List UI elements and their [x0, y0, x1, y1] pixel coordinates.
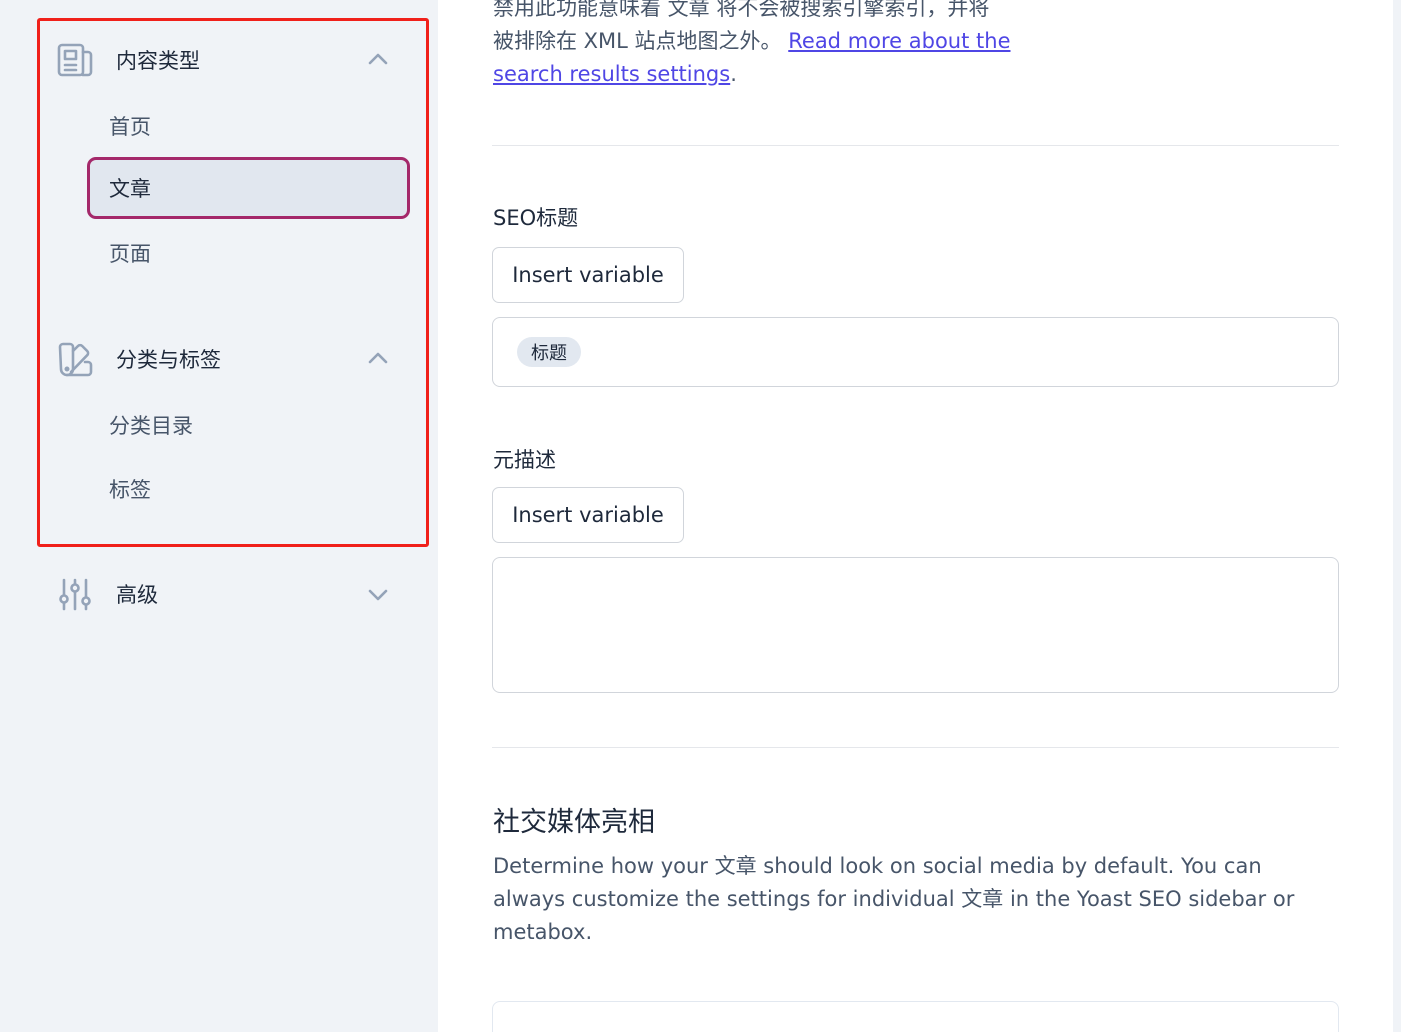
- seo-title-input[interactable]: 标题: [492, 317, 1339, 387]
- section-divider: [492, 747, 1339, 748]
- read-more-link[interactable]: Read more about the: [788, 29, 1010, 53]
- social-settings-card: [492, 1001, 1339, 1032]
- adjustments-icon: [56, 575, 94, 613]
- insert-variable-button[interactable]: Insert variable: [492, 247, 684, 303]
- main-panel: 禁用此功能意味着 文章 将不会被搜索引擎索引，并将 被排除在 XML 站点地图之…: [438, 0, 1393, 1032]
- sidebar-group-advanced[interactable]: 高级: [56, 572, 396, 616]
- meta-description-input[interactable]: [492, 557, 1339, 693]
- page-edge: [1393, 0, 1401, 1032]
- highlight-annotation-box: [37, 18, 429, 547]
- variable-chip-title[interactable]: 标题: [517, 337, 581, 367]
- section-divider: [492, 145, 1339, 146]
- intro-line-1: 禁用此功能意味着 文章 将不会被搜索引擎索引，并将: [493, 0, 990, 20]
- meta-description-label: 元描述: [493, 448, 556, 472]
- period-text: .: [730, 62, 737, 86]
- seo-title-label: SEO标题: [493, 206, 579, 230]
- sidebar: 内容类型 首页 文章 页面 分类与标签 分类目录 标签 高级: [0, 0, 437, 1032]
- social-appearance-title: 社交媒体亮相: [493, 807, 655, 838]
- sidebar-group-label: 高级: [116, 583, 158, 607]
- search-results-settings-link[interactable]: search results settings: [493, 62, 730, 86]
- indexing-description: 禁用此功能意味着 文章 将不会被搜索引擎索引，并将 被排除在 XML 站点地图之…: [493, 0, 1053, 91]
- intro-line-2: 被排除在 XML 站点地图之外。: [493, 29, 782, 53]
- chevron-down-icon[interactable]: [366, 582, 390, 606]
- insert-variable-button[interactable]: Insert variable: [492, 487, 684, 543]
- social-appearance-description: Determine how your 文章 should look on soc…: [493, 854, 1295, 944]
